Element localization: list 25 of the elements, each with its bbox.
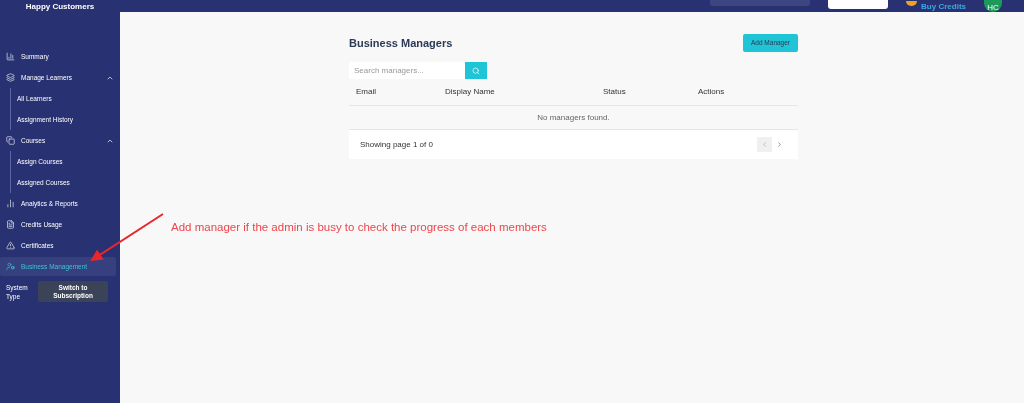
search-icon xyxy=(472,66,480,75)
column-header: Display Name xyxy=(445,86,496,98)
copy-icon xyxy=(6,136,15,145)
column-header: Email xyxy=(356,86,377,98)
chevron-right-icon xyxy=(776,141,783,148)
layers-icon xyxy=(6,73,15,82)
sidebar-title: Happy Customers xyxy=(24,1,96,11)
warning-icon xyxy=(6,241,15,250)
previous-page-button[interactable] xyxy=(757,137,772,152)
column-header: Actions xyxy=(698,86,725,98)
user-icon xyxy=(6,262,15,271)
chevron-left-icon xyxy=(761,141,768,148)
buy-credits-link[interactable]: Buy Credits xyxy=(921,3,966,11)
column-header: Status xyxy=(603,86,627,98)
chart-icon xyxy=(6,52,15,61)
bar-chart-icon xyxy=(6,199,15,208)
coins-icon xyxy=(906,1,918,6)
search-button[interactable] xyxy=(465,62,487,79)
page-title: Business Managers xyxy=(349,35,453,51)
annotation-text: Add manager if the admin is busy to check the progress of each members xyxy=(171,220,547,235)
page-info: Showing page 1 of 0 xyxy=(360,138,433,151)
avatar[interactable]: HC xyxy=(984,0,1002,12)
document-icon xyxy=(6,220,15,229)
search-field[interactable]: Search managers... xyxy=(349,62,465,79)
website-button[interactable] xyxy=(828,0,889,9)
